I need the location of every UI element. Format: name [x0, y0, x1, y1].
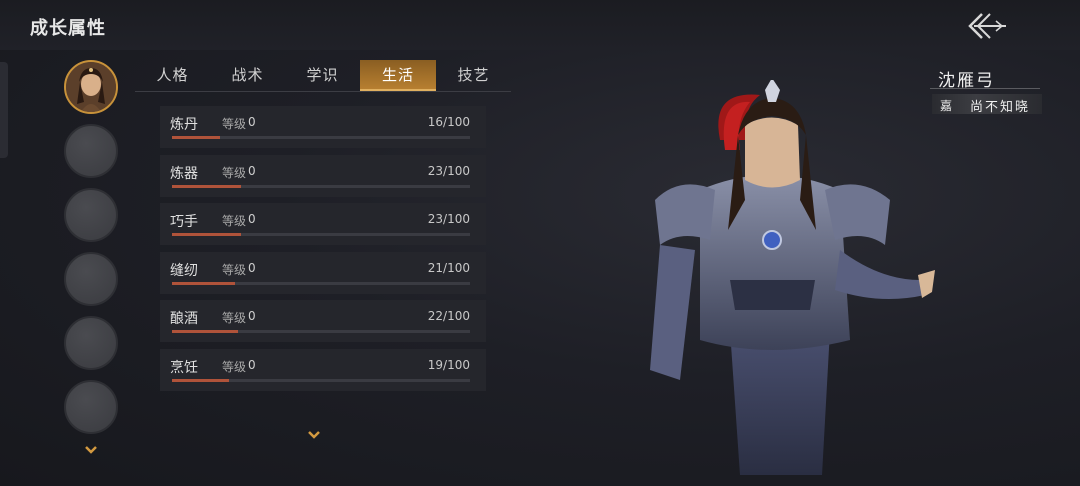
tab-knowledge[interactable]: 学识 — [285, 60, 360, 91]
skill-name: 烹饪 — [170, 359, 198, 376]
tab-personality[interactable]: 人格 — [135, 60, 210, 91]
skill-level-label: 等级 — [222, 262, 247, 277]
skill-row[interactable]: 炼器 等级 0 23/100 — [160, 154, 486, 197]
skill-progress-text: 22/100 — [427, 309, 470, 323]
skill-row[interactable]: 巧手 等级 0 23/100 — [160, 203, 486, 245]
skill-name: 炼丹 — [170, 117, 198, 133]
skill-name: 酿酒 — [170, 311, 198, 327]
skill-progress-bar — [172, 136, 470, 139]
category-tabs: 人格 战术 学识 生活 技艺 — [135, 60, 511, 92]
back-button[interactable] — [962, 8, 1010, 44]
character-slot-empty[interactable] — [64, 252, 118, 306]
skill-progress-bar — [172, 378, 470, 382]
skill-progress-text: 19/100 — [427, 357, 470, 372]
skill-level-value: 0 — [248, 212, 256, 226]
chevron-down-icon — [308, 431, 320, 439]
character-slot-empty[interactable] — [64, 188, 118, 242]
skill-progress-fill — [172, 281, 235, 285]
skill-list: 炼丹 等级 0 16/100 炼器 等级 0 23/100 巧手 等级 0 23… — [160, 106, 486, 397]
title-emblem-icon: 嘉 — [940, 99, 953, 113]
skill-progress-fill — [172, 330, 238, 333]
back-arrow-icon — [968, 13, 1006, 39]
skill-progress-bar — [172, 184, 470, 188]
skill-name: 缝纫 — [170, 262, 198, 279]
name-divider — [930, 88, 1040, 89]
skill-progress-text: 21/100 — [427, 260, 470, 275]
character-title-banner: 嘉 尚不知晓 — [932, 94, 1042, 115]
tab-tactics[interactable]: 战术 — [210, 60, 285, 91]
skill-progress-bar — [172, 233, 470, 236]
skill-row[interactable]: 烹饪 等级 0 19/100 — [160, 348, 486, 391]
skill-level-value: 0 — [248, 309, 256, 323]
character-slot-empty[interactable] — [64, 380, 118, 434]
skill-level-label: 等级 — [222, 117, 247, 131]
skill-progress-bar — [172, 281, 470, 285]
skill-progress-text: 16/100 — [427, 115, 470, 129]
character-portrait — [600, 78, 960, 480]
skill-level-value: 0 — [248, 115, 256, 129]
skill-level-label: 等级 — [222, 359, 247, 374]
skill-progress-fill — [172, 378, 229, 382]
character-slot-list — [64, 60, 120, 444]
armored-warrior-figure — [650, 78, 935, 475]
skill-level-label: 等级 — [222, 214, 247, 228]
skill-progress-fill — [172, 233, 241, 236]
skill-level-value: 0 — [248, 357, 256, 372]
skill-progress-fill — [172, 184, 241, 188]
skill-progress-text: 23/100 — [427, 212, 470, 226]
character-slot-active[interactable] — [64, 60, 118, 114]
skill-name: 巧手 — [170, 214, 198, 230]
skill-level-label: 等级 — [222, 311, 247, 325]
tab-crafts[interactable]: 技艺 — [436, 60, 511, 91]
skill-level-label: 等级 — [222, 165, 247, 180]
skill-name: 炼器 — [170, 165, 198, 182]
chevron-down-icon — [85, 446, 97, 454]
skill-row[interactable]: 酿酒 等级 0 22/100 — [160, 300, 486, 342]
skill-row[interactable]: 炼丹 等级 0 16/100 — [160, 106, 486, 148]
skill-progress-text: 23/100 — [427, 163, 470, 178]
character-title: 尚不知晓 — [970, 100, 1031, 115]
tab-life[interactable]: 生活 — [360, 60, 436, 91]
page-title: 成长属性 — [30, 18, 106, 39]
skill-progress-fill — [172, 136, 220, 139]
character-slot-empty[interactable] — [64, 124, 118, 178]
character-slot-empty[interactable] — [64, 316, 118, 370]
skill-level-value: 0 — [248, 163, 256, 178]
top-bar — [0, 0, 1080, 50]
side-drawer-handle[interactable] — [0, 62, 8, 158]
skill-level-value: 0 — [248, 260, 256, 275]
list-scroll-down-button[interactable] — [307, 425, 321, 439]
slots-scroll-down-button[interactable] — [84, 440, 98, 454]
skill-row[interactable]: 缝纫 等级 0 21/100 — [160, 251, 486, 294]
character-avatar-icon — [66, 62, 116, 112]
skill-progress-bar — [172, 330, 470, 333]
